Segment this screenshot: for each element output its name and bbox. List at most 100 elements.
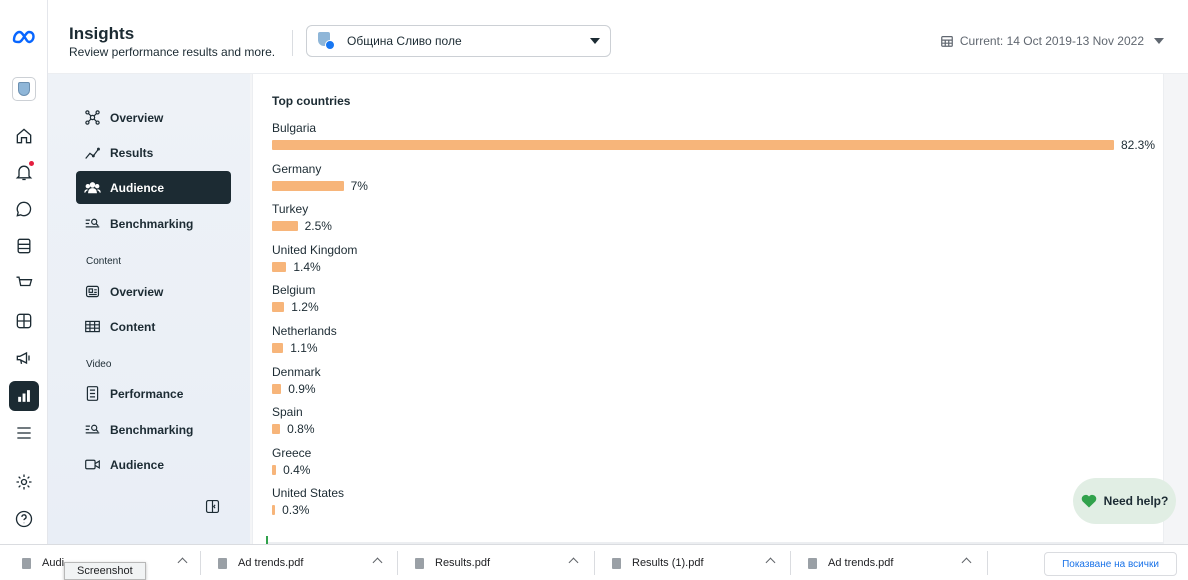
scroll-marker — [266, 536, 268, 544]
country-label: Belgium — [272, 283, 316, 298]
country-bar — [272, 343, 284, 353]
nav-item-results[interactable]: Results — [76, 136, 231, 169]
country-row: United States 0.3% — [272, 486, 1162, 526]
bar-line: 0.9% — [272, 382, 316, 396]
download-separator — [200, 551, 201, 575]
country-bar — [272, 261, 287, 272]
notification-dot — [29, 161, 34, 166]
download-item-3[interactable]: Results.pdf — [415, 545, 579, 580]
country-label: United States — [272, 486, 345, 501]
download-item-2[interactable]: Ad trends.pdf — [218, 545, 383, 580]
country-row: Germany 7% — [272, 162, 1162, 202]
download-filename: Ad trends.pdf — [238, 557, 304, 569]
table-icon[interactable] — [9, 306, 39, 336]
chevron-up-icon[interactable] — [372, 557, 383, 568]
help-icon[interactable] — [9, 504, 39, 534]
notifications-icon[interactable] — [9, 157, 39, 187]
nav-section-video: Video — [86, 359, 112, 370]
nav-item-label: Audience — [110, 457, 165, 472]
nav-section-content: Content — [86, 256, 122, 267]
menu-icon[interactable] — [9, 418, 39, 448]
top-countries-card: Top countries Bulgaria 82.3% Germany 7% Turk… — [252, 74, 1164, 544]
bar-line: 0.3% — [272, 503, 309, 517]
meta-logo-icon[interactable] — [9, 22, 39, 52]
country-percentage: 1.2% — [291, 300, 319, 315]
shop-icon[interactable] — [9, 268, 39, 298]
chevron-up-icon[interactable] — [568, 557, 579, 568]
country-bar — [272, 221, 298, 232]
nav-item-overview[interactable]: Overview — [76, 101, 231, 134]
nav-item-label: Overview — [110, 110, 164, 125]
home-icon[interactable] — [9, 121, 39, 151]
nav-item-audience[interactable]: Audience — [76, 171, 231, 204]
left-icon-rail — [0, 0, 48, 544]
download-item-4[interactable]: Results (1).pdf — [612, 545, 776, 580]
date-range-picker[interactable]: Current: 14 Oct 2019-13 Nov 2022 — [940, 34, 1164, 48]
overview-nodes-icon — [85, 110, 100, 125]
bar-line: 1.4% — [272, 260, 321, 274]
performance-icon — [86, 386, 99, 401]
download-filename: Ad trends.pdf — [828, 557, 894, 569]
pdf-file-icon — [612, 557, 621, 569]
country-percentage: 2.5% — [304, 219, 332, 234]
country-percentage: 1.4% — [293, 259, 321, 274]
pdf-file-icon — [22, 557, 31, 569]
nav-item-label: Benchmarking — [110, 216, 194, 231]
nav-item-content-overview[interactable]: Overview — [76, 275, 231, 308]
chevron-up-icon[interactable] — [765, 557, 776, 568]
chevron-up-icon[interactable] — [961, 557, 972, 568]
download-separator — [790, 551, 791, 575]
people-icon — [84, 182, 101, 194]
need-help-button[interactable]: Need help? — [1073, 478, 1176, 524]
country-label: Netherlands — [272, 324, 337, 338]
content-overview-icon — [85, 285, 100, 298]
country-label: Greece — [272, 445, 312, 460]
results-chart-icon — [85, 147, 100, 159]
collapse-sidebar-icon — [205, 499, 220, 514]
nav-item-video-benchmarking[interactable]: Benchmarking — [76, 413, 231, 446]
country-row: Spain 0.8% — [272, 405, 1162, 445]
collapse-panel-button[interactable] — [204, 498, 221, 515]
video-icon — [85, 459, 100, 470]
country-bar — [272, 140, 1114, 150]
insights-icon[interactable] — [9, 381, 39, 411]
nav-item-benchmarking[interactable]: Benchmarking — [76, 207, 231, 240]
nav-item-content[interactable]: Content — [76, 310, 231, 343]
ads-megaphone-icon[interactable] — [9, 343, 39, 373]
chevron-up-icon[interactable] — [177, 557, 188, 568]
country-percentage: 0.4% — [283, 462, 311, 477]
nav-item-label: Content — [110, 319, 156, 334]
country-bar — [272, 302, 285, 313]
page-header: Insights Review performance results and … — [48, 0, 1188, 74]
heart-icon — [1081, 494, 1096, 508]
chevron-down-icon — [1154, 38, 1164, 44]
country-percentage: 1.1% — [290, 341, 318, 355]
bar-line: 0.4% — [272, 463, 310, 477]
country-bar — [272, 424, 281, 435]
page-selector-dropdown[interactable]: Община Сливо поле — [306, 25, 611, 57]
settings-icon[interactable] — [9, 467, 39, 497]
nav-item-video-audience[interactable]: Audience — [76, 448, 231, 481]
bar-line: 0.8% — [272, 422, 315, 436]
benchmark-icon — [85, 218, 100, 228]
page-avatar-icon[interactable] — [9, 74, 39, 104]
page-selector-value: Община Сливо поле — [347, 34, 462, 48]
download-item-5[interactable]: Ad trends.pdf — [808, 545, 972, 580]
country-row: United Kingdom 1.4% — [272, 243, 1162, 283]
messages-icon[interactable] — [9, 194, 39, 224]
country-percentage: 0.8% — [287, 422, 315, 437]
main-content: Top countries Bulgaria 82.3% Germany 7% Turk… — [250, 74, 1188, 544]
country-label: United Kingdom — [272, 242, 358, 257]
posts-icon[interactable] — [9, 231, 39, 261]
benchmark-icon — [85, 424, 100, 434]
show-all-downloads-button[interactable]: Показване на всички — [1044, 552, 1177, 576]
page-subtitle: Review performance results and more. — [69, 45, 276, 59]
country-label: Germany — [272, 161, 322, 176]
bar-line: 7% — [272, 179, 368, 193]
bar-line: 2.5% — [272, 219, 332, 233]
country-label: Spain — [272, 405, 303, 420]
page-title: Insights — [69, 24, 135, 43]
nav-item-video-performance[interactable]: Performance — [76, 377, 231, 410]
country-percentage: 82.3% — [1121, 138, 1156, 152]
nav-item-label: Overview — [110, 284, 164, 299]
